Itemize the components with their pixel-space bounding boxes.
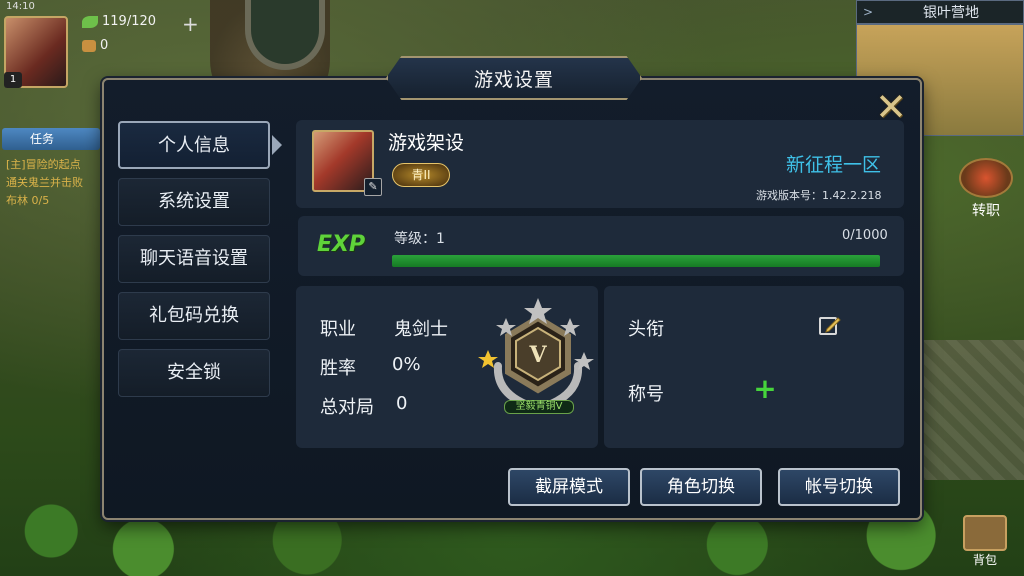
rank-caption: 坚毅青铜V [504, 400, 574, 414]
version-text: 游戏版本号：1.42.2.218 [756, 189, 882, 202]
exp-count: 0/1000 [842, 228, 888, 243]
dialog-title: 游戏设置 [386, 56, 642, 100]
exp-bar-fill [392, 255, 880, 267]
nav-system-settings[interactable]: 系统设置 [118, 178, 270, 226]
clock-text: 14:10 [6, 1, 35, 12]
edit-head-title-icon[interactable] [818, 314, 842, 338]
quest-line: [主]冒险的起点 [6, 158, 81, 171]
nav-gift-code[interactable]: 礼包码兑换 [118, 292, 270, 340]
job-value: 鬼剑士 [394, 319, 448, 340]
exp-panel [298, 216, 904, 276]
winrate-label: 胜率 [320, 358, 356, 379]
edit-avatar-icon[interactable]: ✎ [364, 178, 382, 196]
rank-letter: V [528, 342, 547, 368]
screenshot-mode-button[interactable]: 截屏模式 [508, 468, 630, 506]
titles-panel [604, 286, 904, 448]
currency-display: 0 [82, 38, 108, 53]
change-job-label: 转职 [972, 203, 1000, 219]
minimap-header: > 银叶营地 [856, 0, 1024, 24]
currency-value: 0 [100, 38, 109, 53]
level-text: 等级：1 [394, 231, 445, 247]
switch-role-button[interactable]: 角色切换 [640, 468, 762, 506]
nav-security-lock[interactable]: 安全锁 [118, 349, 270, 397]
total-matches-value: 0 [396, 393, 408, 414]
add-honor-title-button[interactable]: + [752, 375, 778, 403]
bag-button[interactable]: 背包 [955, 515, 1015, 568]
quest-line: 通关鬼兰并击败 [6, 176, 83, 189]
add-stamina-button[interactable]: + [182, 12, 199, 36]
nav-personal-info[interactable]: 个人信息 [118, 121, 270, 169]
stamina-display: 119/120 [82, 14, 156, 29]
change-job-button[interactable]: 转职 [954, 158, 1018, 220]
nav-chat-voice-settings[interactable]: 聊天语音设置 [118, 235, 270, 283]
coin-icon [82, 39, 96, 52]
profile-name: 游戏架设 [388, 132, 465, 154]
exp-label: EXP [317, 232, 366, 257]
total-matches-label: 总对局 [320, 397, 374, 418]
winrate-value: 0% [392, 354, 421, 375]
switch-account-button[interactable]: 帐号切换 [778, 468, 900, 506]
quest-tracker[interactable]: [主]冒险的起点 通关鬼兰并击败 布林 0/5 [6, 156, 83, 210]
minimap-toggle-button[interactable]: > [857, 5, 879, 19]
honor-title-label: 称号 [628, 384, 664, 405]
stamina-value: 119/120 [102, 14, 157, 29]
bag-icon [963, 515, 1007, 551]
stone-path [904, 340, 1024, 480]
leaf-icon [82, 15, 98, 28]
task-tab[interactable]: 任务 [2, 128, 100, 150]
quest-line: 布林 0/5 [6, 194, 50, 207]
minimap-title: 银叶营地 [923, 5, 979, 21]
active-nav-arrow-icon [272, 135, 282, 155]
change-job-icon [959, 158, 1013, 198]
server-name: 新征程一区 [786, 154, 882, 176]
bag-label: 背包 [972, 553, 997, 567]
job-label: 职业 [320, 319, 356, 340]
rank-badge: 青II [392, 163, 450, 187]
player-level-badge: 1 [4, 72, 22, 88]
head-title-label: 头衔 [628, 319, 664, 340]
exp-bar [392, 255, 880, 267]
